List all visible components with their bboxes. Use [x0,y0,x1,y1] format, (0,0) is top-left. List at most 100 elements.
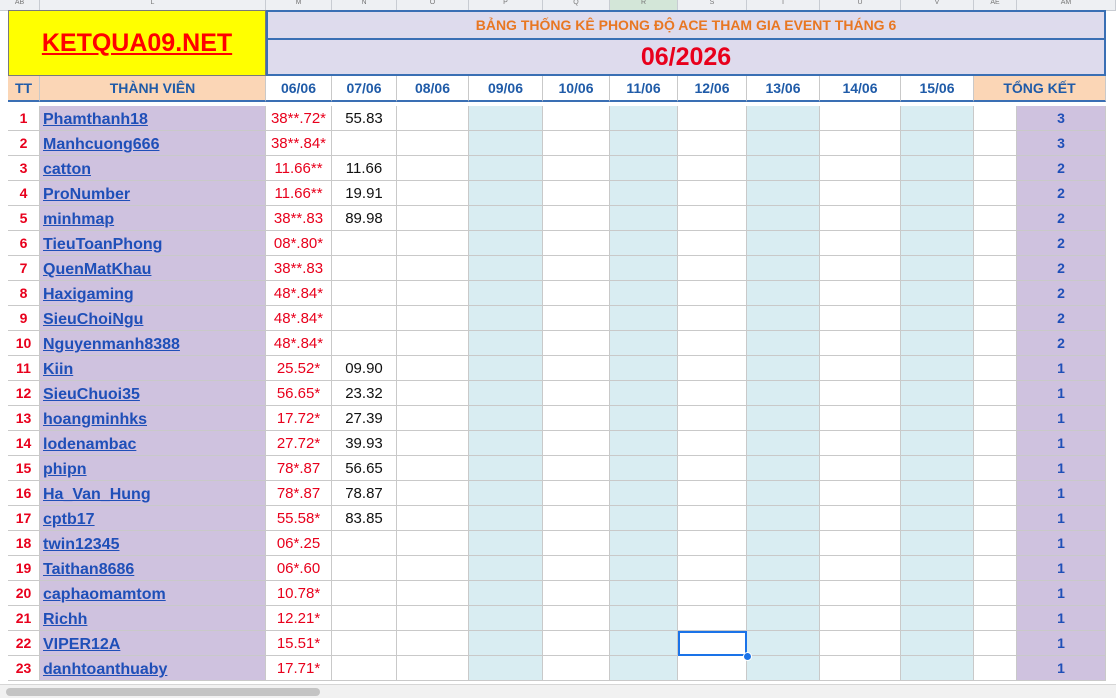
empty-cell[interactable] [610,456,678,481]
empty-cell[interactable] [543,306,610,331]
empty-cell[interactable] [678,381,747,406]
active-cell-selection[interactable] [678,631,747,656]
empty-cell[interactable] [397,431,469,456]
empty-cell[interactable] [397,556,469,581]
empty-cell[interactable] [610,356,678,381]
column-letter[interactable]: M [266,0,332,10]
empty-cell[interactable] [469,531,543,556]
score-cell[interactable]: 78*.87 [266,481,332,506]
empty-cell[interactable] [678,506,747,531]
empty-cell[interactable] [901,456,974,481]
empty-cell[interactable] [610,406,678,431]
empty-cell[interactable] [469,106,543,131]
score-cell[interactable]: 38**.83 [266,206,332,231]
empty-cell[interactable] [974,306,1017,331]
empty-cell[interactable] [820,581,901,606]
empty-cell[interactable] [610,506,678,531]
empty-cell[interactable] [678,356,747,381]
site-logo[interactable]: KETQUA09.NET [8,10,266,76]
empty-cell[interactable] [610,631,678,656]
empty-cell[interactable] [901,656,974,681]
empty-cell[interactable] [747,281,820,306]
empty-cell[interactable] [469,381,543,406]
empty-cell[interactable] [747,356,820,381]
empty-cell[interactable] [747,481,820,506]
empty-cell[interactable] [747,206,820,231]
score-cell[interactable]: 48*.84* [266,331,332,356]
empty-cell[interactable] [610,656,678,681]
empty-cell[interactable] [543,381,610,406]
empty-cell[interactable] [610,106,678,131]
score-cell[interactable]: 25.52* [266,356,332,381]
empty-cell[interactable] [820,206,901,231]
empty-cell[interactable] [469,631,543,656]
empty-cell[interactable] [469,356,543,381]
empty-cell[interactable] [747,331,820,356]
empty-cell[interactable] [901,556,974,581]
empty-cell[interactable] [974,131,1017,156]
empty-cell[interactable] [543,481,610,506]
score-cell[interactable]: 19.91 [332,181,397,206]
empty-cell[interactable] [397,356,469,381]
empty-cell[interactable] [543,356,610,381]
member-name[interactable]: phipn [40,456,266,481]
empty-cell[interactable] [747,106,820,131]
empty-cell[interactable] [974,231,1017,256]
empty-cell[interactable] [974,406,1017,431]
empty-cell[interactable] [974,531,1017,556]
empty-cell[interactable] [901,306,974,331]
column-letter[interactable]: U [820,0,901,10]
score-cell[interactable]: 23.32 [332,381,397,406]
empty-cell[interactable] [974,431,1017,456]
score-cell[interactable] [332,531,397,556]
empty-cell[interactable] [820,356,901,381]
empty-cell[interactable] [974,356,1017,381]
empty-cell[interactable] [610,581,678,606]
empty-cell[interactable] [469,406,543,431]
empty-cell[interactable] [610,606,678,631]
empty-cell[interactable] [678,256,747,281]
empty-cell[interactable] [901,531,974,556]
empty-cell[interactable] [974,581,1017,606]
empty-cell[interactable] [543,131,610,156]
member-name[interactable]: Ha_Van_Hung [40,481,266,506]
score-cell[interactable] [332,331,397,356]
empty-cell[interactable] [543,506,610,531]
column-letter[interactable]: V [901,0,974,10]
empty-cell[interactable] [397,256,469,281]
empty-cell[interactable] [974,556,1017,581]
empty-cell[interactable] [747,581,820,606]
score-cell[interactable] [332,306,397,331]
score-cell[interactable]: 78*.87 [266,456,332,481]
empty-cell[interactable] [678,456,747,481]
empty-cell[interactable] [543,331,610,356]
column-letter[interactable]: AE [974,0,1017,10]
score-cell[interactable] [332,131,397,156]
empty-cell[interactable] [397,581,469,606]
empty-cell[interactable] [678,306,747,331]
empty-cell[interactable] [469,156,543,181]
horizontal-scrollbar[interactable] [0,684,1116,698]
score-cell[interactable]: 10.78* [266,581,332,606]
empty-cell[interactable] [397,331,469,356]
empty-cell[interactable] [820,306,901,331]
column-letter[interactable]: AB [0,0,40,10]
score-cell[interactable] [332,656,397,681]
empty-cell[interactable] [543,581,610,606]
score-cell[interactable]: 56.65 [332,456,397,481]
empty-cell[interactable] [543,181,610,206]
empty-cell[interactable] [469,506,543,531]
empty-cell[interactable] [610,256,678,281]
score-cell[interactable] [332,631,397,656]
empty-cell[interactable] [820,406,901,431]
empty-cell[interactable] [901,231,974,256]
empty-cell[interactable] [397,631,469,656]
column-letter[interactable]: T [747,0,820,10]
score-cell[interactable] [332,581,397,606]
empty-cell[interactable] [901,631,974,656]
member-name[interactable]: Nguyenmanh8388 [40,331,266,356]
empty-cell[interactable] [543,631,610,656]
empty-cell[interactable] [820,281,901,306]
empty-cell[interactable] [543,256,610,281]
empty-cell[interactable] [678,281,747,306]
